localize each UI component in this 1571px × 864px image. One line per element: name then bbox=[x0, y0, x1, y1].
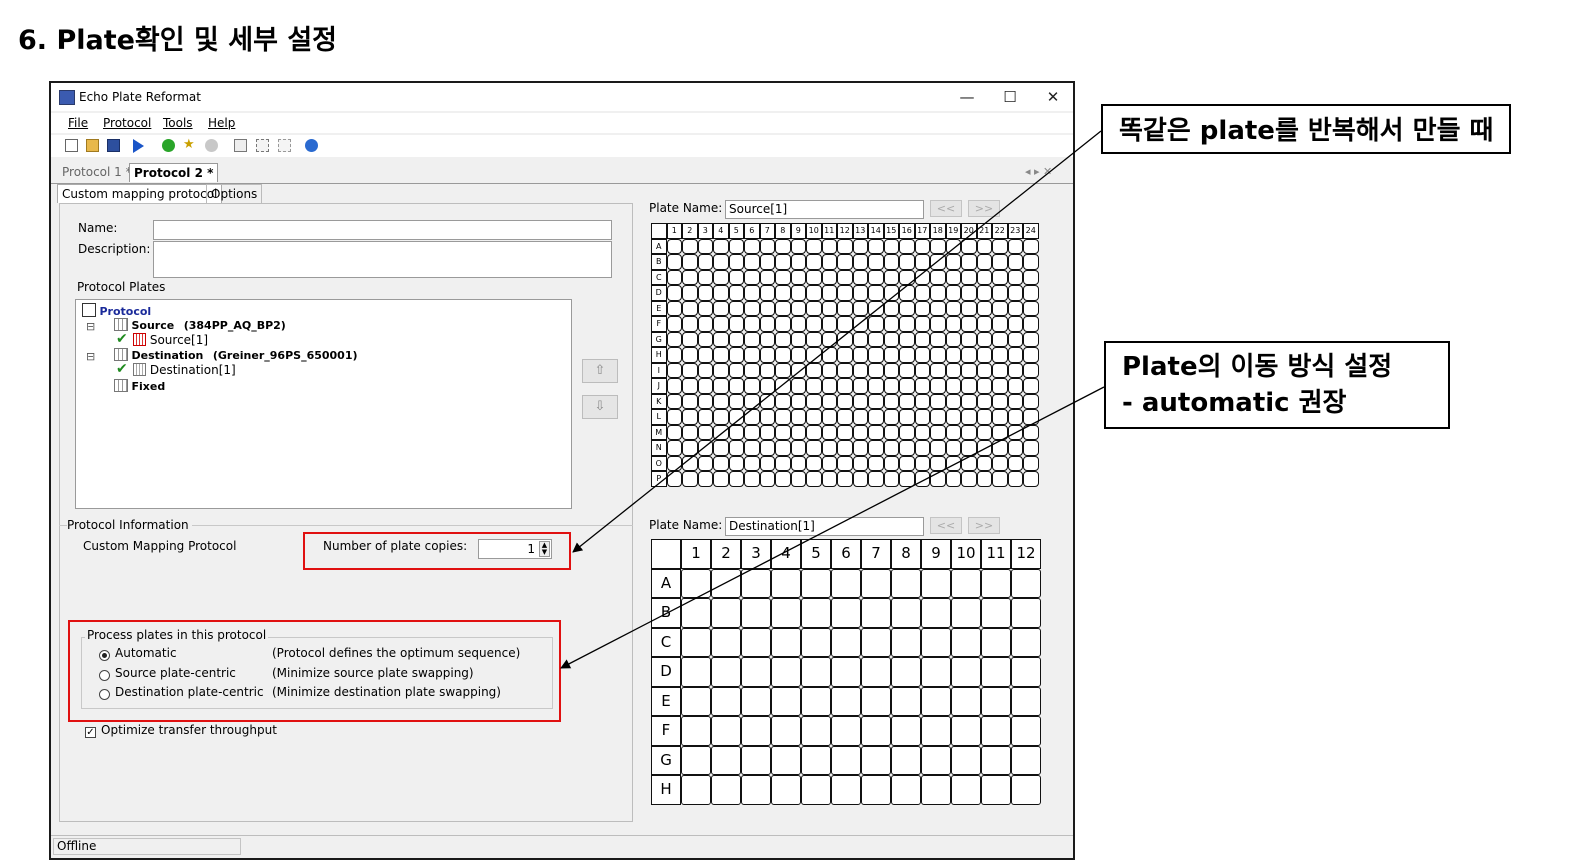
callout-arrows bbox=[560, 130, 1105, 669]
process-arrow bbox=[560, 386, 1105, 669]
copies-arrow bbox=[572, 130, 1102, 553]
